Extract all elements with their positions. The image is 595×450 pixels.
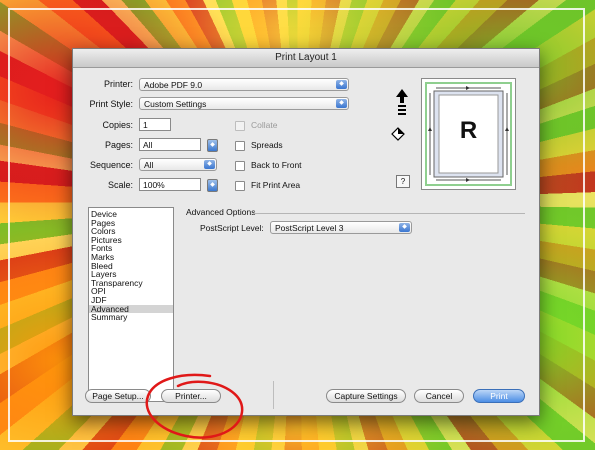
scale-stepper-icon[interactable]: ◆	[207, 179, 218, 192]
preview-page-letter: R	[459, 117, 478, 144]
popup-arrows-icon: ◆	[336, 99, 347, 108]
page-preview: R	[421, 78, 516, 190]
checkbox-box	[235, 120, 245, 131]
popup-arrows-icon: ◆	[399, 223, 410, 232]
advanced-options-title: Advanced Options	[186, 207, 256, 217]
checkbox-box	[235, 160, 245, 171]
checkbox-box	[235, 140, 245, 151]
postscript-level-label: PostScript Level:	[200, 223, 264, 233]
scale-label: Scale:	[107, 180, 133, 190]
print-style-label: Print Style:	[89, 99, 133, 109]
copies-field[interactable]: 1	[139, 118, 171, 131]
pages-label: Pages:	[104, 140, 133, 150]
button-separator	[273, 381, 274, 409]
popup-arrows-icon: ◆	[336, 80, 347, 89]
collate-label: Collate	[251, 120, 278, 130]
postscript-level-popup[interactable]: PostScript Level 3 ◆	[270, 221, 412, 234]
collate-checkbox[interactable]: Collate	[235, 119, 277, 131]
print-style-popup[interactable]: Custom Settings ◆	[139, 97, 349, 110]
fit-print-area-checkbox[interactable]: Fit Print Area	[235, 179, 300, 191]
copies-label: Copies:	[102, 120, 133, 130]
fit-print-area-label: Fit Print Area	[251, 180, 301, 190]
printer-value: Adobe PDF 9.0	[144, 80, 203, 90]
scale-field[interactable]: 100%	[139, 178, 201, 191]
printer-label: Printer:	[103, 79, 133, 89]
group-divider	[253, 213, 525, 214]
pages-field[interactable]: All	[139, 138, 201, 151]
checkbox-box	[235, 180, 245, 191]
printer-popup[interactable]: Adobe PDF 9.0 ◆	[139, 78, 349, 91]
sequence-value: All	[144, 160, 154, 170]
sequence-label: Sequence:	[89, 160, 133, 170]
pages-stepper-icon[interactable]: ◆	[207, 139, 218, 152]
annotation-circle	[145, 373, 244, 439]
capture-settings-button[interactable]: Capture Settings	[326, 389, 406, 403]
spreads-checkbox[interactable]: Spreads	[235, 139, 283, 151]
list-item[interactable]: Summary	[89, 313, 173, 322]
flip-diamond-icon[interactable]	[391, 127, 405, 141]
print-button[interactable]: Print	[473, 389, 525, 403]
window-title: Print Layout 1	[73, 49, 539, 68]
print-style-value: Custom Settings	[144, 99, 207, 109]
sequence-popup[interactable]: All ◆	[139, 158, 217, 171]
help-icon[interactable]: ?	[396, 175, 410, 188]
back-to-front-checkbox[interactable]: Back to Front	[235, 159, 302, 171]
print-dialog: Print Layout 1 Printer: Adobe PDF 9.0 ◆ …	[72, 48, 540, 416]
orientation-arrow-icon[interactable]	[395, 89, 409, 117]
postscript-level-value: PostScript Level 3	[275, 223, 344, 233]
back-to-front-label: Back to Front	[251, 160, 302, 170]
spreads-label: Spreads	[251, 140, 283, 150]
popup-arrows-icon: ◆	[204, 160, 215, 169]
cancel-button[interactable]: Cancel	[414, 389, 464, 403]
